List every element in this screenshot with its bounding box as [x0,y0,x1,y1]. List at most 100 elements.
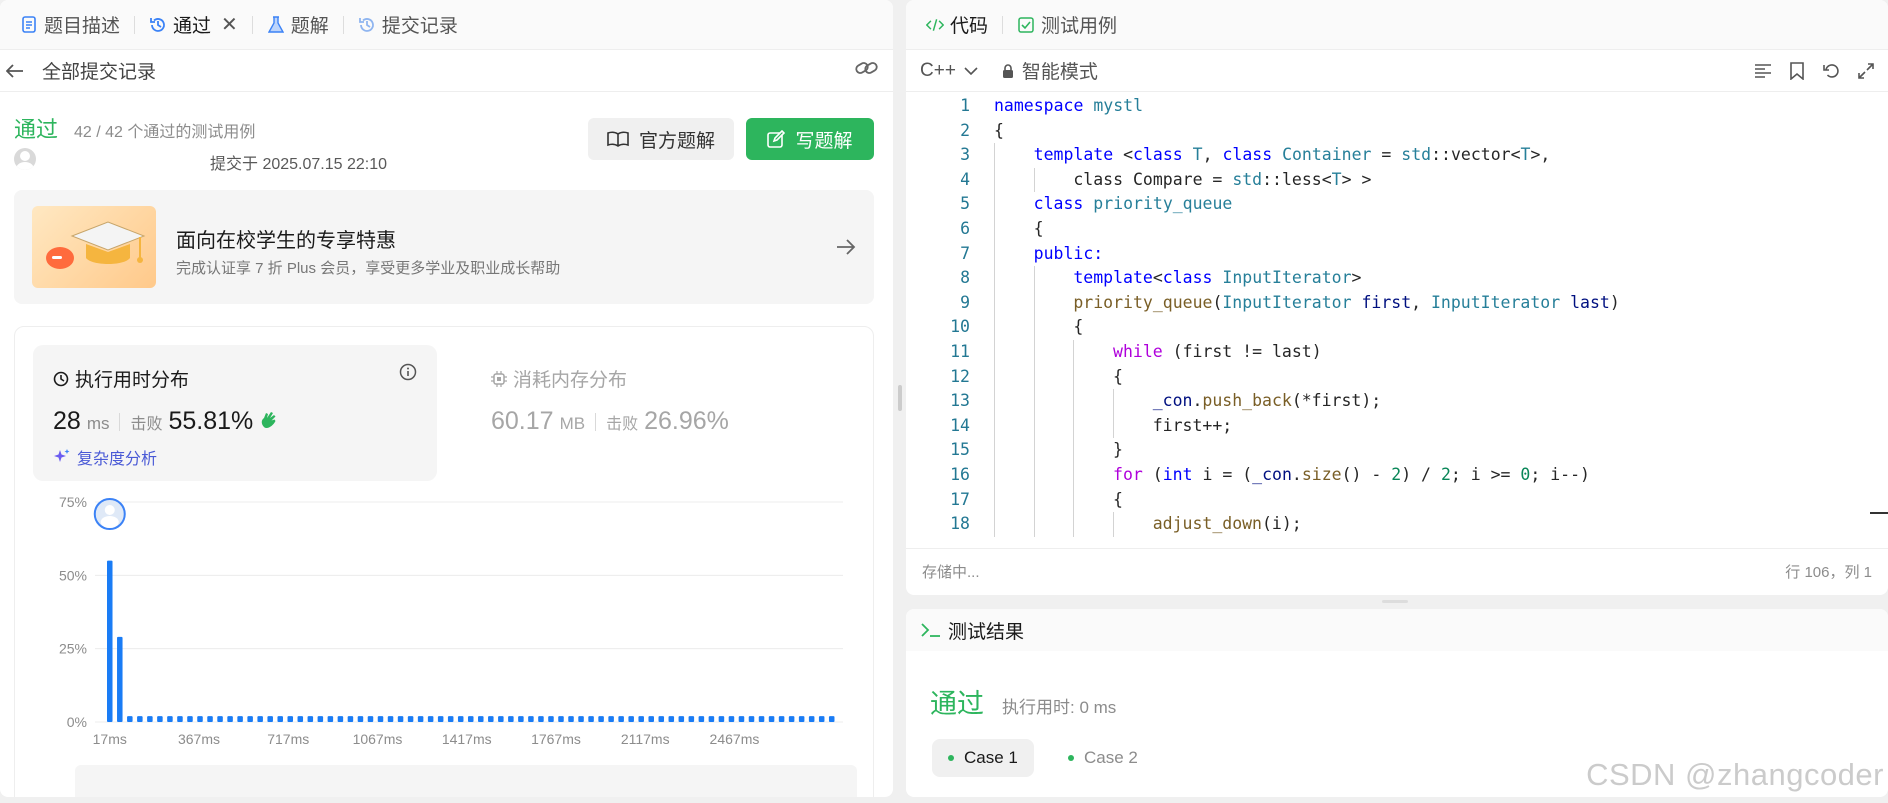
code-preview-strip [75,765,857,797]
indent-guide [1073,340,1075,365]
status-accepted: 通过 [14,117,59,142]
histogram-bar [147,716,153,722]
histogram-bar [618,716,624,722]
student-promo-banner[interactable]: 面向在校学生的专享特惠 完成认证享 7 折 Plus 会员，享受更多学业及职业成… [14,190,874,304]
official-solution-button[interactable]: 官方题解 [588,118,734,160]
histogram-bar [317,716,324,722]
line-number: 3 [960,145,970,165]
x-tick-label: 367ms [178,731,220,747]
editor-toolbar: C++ 智能模式 [906,50,1888,92]
promo-title: 面向在校学生的专享特惠 [176,230,396,252]
line-number: 9 [960,292,970,312]
indent-guide [1073,463,1075,488]
close-icon[interactable]: ✕ [221,12,238,37]
reset-icon[interactable] [1822,62,1840,80]
case-tab-2[interactable]: Case 2 [1052,739,1154,777]
histogram-bar [377,716,384,722]
language-select[interactable]: C++ [920,60,978,82]
histogram-bar [528,716,534,722]
indent-guide [994,512,995,537]
indent-guide [1033,487,1035,513]
scrollbar-marker[interactable] [1870,512,1888,514]
tab-accepted[interactable]: 通过 ✕ [141,0,246,50]
code-line: 6{ [906,217,1866,242]
format-icon[interactable] [1754,63,1772,79]
x-tick-label: 717ms [267,731,309,747]
histogram-bar [357,716,364,722]
histogram-bar [287,716,294,722]
vertical-resize-handle[interactable] [1382,600,1408,603]
histogram-bar [798,716,805,722]
memory-distribution-tab[interactable]: 消耗内存分布 60.17 MB 击败 26.96% [471,345,851,481]
x-tick-label: 17ms [93,731,127,747]
smart-mode-toggle[interactable]: 智能模式 [1002,57,1098,84]
flask-icon [267,15,285,34]
x-tick-label: 2467ms [710,731,760,747]
x-tick-label: 2117ms [621,731,670,747]
memory-metric: 60.17 MB 击败 26.96% [491,407,729,436]
complexity-analysis-link[interactable]: 复杂度分析 [53,445,157,469]
histogram-bar [748,716,755,722]
histogram-bar [457,716,464,722]
avatar[interactable] [14,148,36,170]
histogram-bar [688,716,695,722]
pass-dot [948,755,954,761]
histogram-bar [708,716,715,722]
link-icon[interactable] [855,60,879,82]
result-accepted: 通过 [930,689,984,719]
line-number: 17 [950,489,970,509]
runtime-beat-percent: 55.81% [168,407,254,435]
runtime-metric: 28 ms 击败 55.81% [53,407,279,436]
code-text: { [1033,219,1044,238]
bookmark-icon[interactable] [1790,61,1804,80]
runtime-distribution-tab[interactable]: 执行用时分布 28 ms 击败 55.81% 复杂度分析 [33,345,437,481]
histogram-bar [177,716,183,722]
code-line: 14 first++; [906,414,1866,439]
panel-resize-handle[interactable] [898,385,902,411]
indent-guide [1033,413,1035,439]
user-avatar-head [104,505,115,515]
history-icon [358,16,376,34]
tab-divider [1002,15,1004,34]
indent-guide [1073,438,1075,463]
tab-description[interactable]: 题目描述 [12,0,128,50]
line-number: 16 [950,465,970,484]
histogram-bar [508,716,514,722]
histogram-bar [488,716,494,722]
all-submissions-link[interactable]: 全部提交记录 [42,57,156,84]
line-number: 11 [950,342,970,361]
indent-guide [1033,364,1035,390]
histogram-bar [648,716,654,722]
tab-testcase[interactable]: 测试用例 [1009,0,1125,50]
tab-submissions[interactable]: 提交记录 [350,0,466,50]
result-header: 测试结果 [906,609,1888,651]
histogram-bar [478,716,484,722]
tab-solutions[interactable]: 题解 [259,0,337,50]
case-label: Case 2 [1084,748,1138,767]
tab-code[interactable]: 代码 [918,0,996,50]
code-line: 7 public: [906,242,1866,267]
histogram-bar [297,716,304,722]
info-icon[interactable] [399,363,417,386]
memory-title-text: 消耗内存分布 [513,370,628,391]
code-editor[interactable]: 1 namespace mystl 2{3 template <class T, cl… [906,94,1888,538]
runtime-unit: ms [86,414,110,433]
write-solution-button[interactable]: 写题解 [746,118,874,160]
code-line: 8 template<class InputIterator> [906,266,1866,291]
document-icon [20,16,38,34]
code-text: for (int i = (_con.size() - 2) / 2; i >=… [1113,465,1590,484]
histogram-bar [498,716,504,722]
code-text: public: [1033,243,1104,263]
beat-label: 击败 [130,416,163,433]
arrow-left-icon[interactable] [6,63,32,78]
fullscreen-icon[interactable] [1858,62,1874,79]
runtime-title-text: 执行用时分布 [75,370,190,391]
case-tab-1[interactable]: Case 1 [932,739,1034,777]
histogram-bar [337,716,344,722]
histogram-bar [227,716,233,722]
left-tabbar: 题目描述 通过 ✕ 题解 提交记录 [0,0,893,50]
code-line: 10 { [906,315,1866,340]
histogram-bar [167,716,173,722]
indent-guide [994,241,995,267]
histogram-bar [818,716,825,722]
